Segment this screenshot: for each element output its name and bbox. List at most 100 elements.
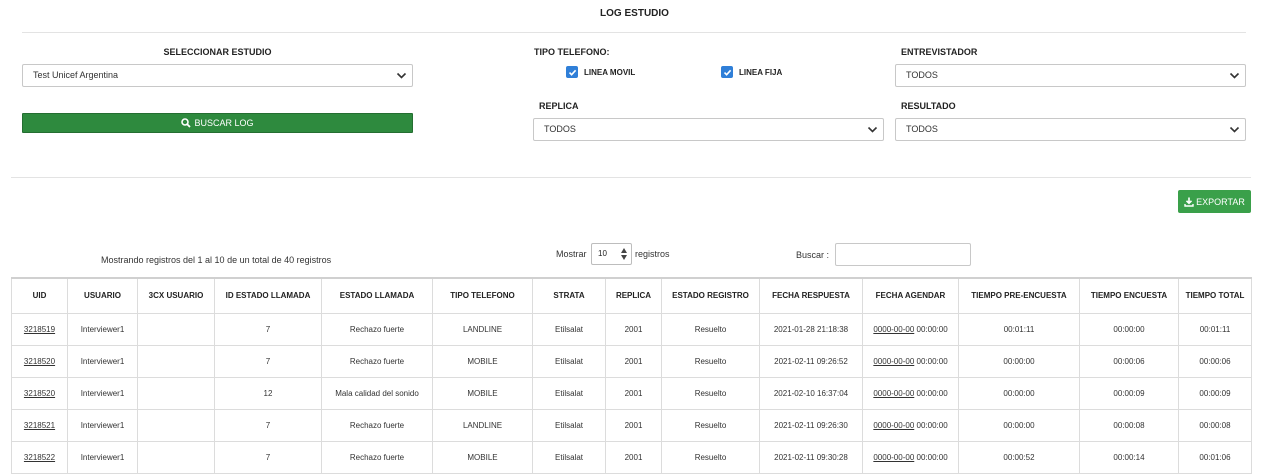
- column-header[interactable]: STRATA: [532, 277, 606, 314]
- replica-label: REPLICA: [539, 101, 579, 111]
- estado-registro-cell: Resuelto: [661, 312, 760, 346]
- usuario-cell: Interviewer1: [67, 344, 138, 378]
- replica-cell: 2001: [605, 408, 662, 442]
- uid-link[interactable]: 3218521: [24, 421, 55, 430]
- checkbox-linea-movil[interactable]: LINEA MOVIL: [566, 66, 635, 78]
- replica-cell: 2001: [605, 440, 662, 474]
- estado-registro-cell: Resuelto: [661, 408, 760, 442]
- replica-cell: 2001: [605, 344, 662, 378]
- id-estado-cell: 12: [214, 376, 322, 410]
- study-select[interactable]: Test Unicef Argentina: [22, 64, 413, 87]
- usuario-cell: Interviewer1: [67, 312, 138, 346]
- tiempo-pre-cell: 00:00:00: [958, 344, 1080, 378]
- column-header[interactable]: 3CX USUARIO: [137, 277, 215, 314]
- page-size-stepper[interactable]: 10: [591, 243, 632, 265]
- fecha-respuesta-cell: 2021-02-11 09:26:52: [759, 344, 863, 378]
- uid-link[interactable]: 3218519: [24, 325, 55, 334]
- fecha-agendar-cell: 0000-00-00 00:00:00: [862, 312, 959, 346]
- cx-usuario-cell: [137, 440, 215, 474]
- column-header[interactable]: TIPO TELEFONO: [432, 277, 533, 314]
- fecha-respuesta-cell: 2021-01-28 21:18:38: [759, 312, 863, 346]
- uid-link[interactable]: 3218520: [24, 389, 55, 398]
- id-estado-cell: 7: [214, 408, 322, 442]
- table-row: 3218519 Interviewer1 7 Rechazo fuerte LA…: [11, 312, 1252, 346]
- table-row: 3218522 Interviewer1 7 Rechazo fuerte MO…: [11, 440, 1252, 474]
- fecha-respuesta-cell: 2021-02-11 09:30:28: [759, 440, 863, 474]
- estado-llamada-cell: Rechazo fuerte: [321, 408, 433, 442]
- chevron-down-icon: [867, 124, 878, 135]
- result-select[interactable]: TODOS: [895, 118, 1246, 141]
- checkmark-icon: [566, 66, 578, 78]
- log-table: UID USUARIO 3CX USUARIO ID ESTADO LLAMAD…: [11, 277, 1252, 474]
- column-header[interactable]: ESTADO LLAMADA: [321, 277, 433, 314]
- download-icon: [1184, 197, 1194, 207]
- export-button[interactable]: EXPORTAR: [1178, 190, 1251, 213]
- column-header[interactable]: ID ESTADO LLAMADA: [214, 277, 322, 314]
- column-header[interactable]: REPLICA: [605, 277, 662, 314]
- checkbox-linea-fija[interactable]: LINEA FIJA: [721, 66, 782, 78]
- uid-link[interactable]: 3218520: [24, 357, 55, 366]
- column-header[interactable]: TIEMPO PRE-ENCUESTA: [958, 277, 1080, 314]
- uid-cell[interactable]: 3218520: [11, 344, 68, 378]
- header-divider: [22, 32, 1246, 33]
- column-header[interactable]: TIEMPO ENCUESTA: [1079, 277, 1179, 314]
- strata-cell: Etilsalat: [532, 344, 606, 378]
- fecha-respuesta-cell: 2021-02-10 16:37:04: [759, 376, 863, 410]
- chevron-down-icon: [1229, 124, 1240, 135]
- column-header[interactable]: FECHA RESPUESTA: [759, 277, 863, 314]
- uid-cell[interactable]: 3218519: [11, 312, 68, 346]
- tiempo-total-cell: 00:01:06: [1178, 440, 1252, 474]
- filters-divider: [11, 177, 1251, 178]
- fecha-agendar-cell: 0000-00-00 00:00:00: [862, 344, 959, 378]
- records-label: registros: [635, 249, 670, 259]
- phone-type-label: TIPO TELEFONO:: [534, 47, 610, 57]
- usuario-cell: Interviewer1: [67, 440, 138, 474]
- cx-usuario-cell: [137, 344, 215, 378]
- column-header[interactable]: USUARIO: [67, 277, 138, 314]
- strata-cell: Etilsalat: [532, 440, 606, 474]
- estado-llamada-cell: Rechazo fuerte: [321, 344, 433, 378]
- uid-link[interactable]: 3218522: [24, 453, 55, 462]
- column-header[interactable]: ESTADO REGISTRO: [661, 277, 760, 314]
- column-header[interactable]: TIEMPO TOTAL: [1178, 277, 1252, 314]
- fecha-agendar-cell: 0000-00-00 00:00:00: [862, 408, 959, 442]
- id-estado-cell: 7: [214, 344, 322, 378]
- uid-cell[interactable]: 3218520: [11, 376, 68, 410]
- fecha-agendar-link[interactable]: 0000-00-00: [873, 389, 914, 398]
- replica-select[interactable]: TODOS: [533, 118, 884, 141]
- tiempo-encuesta-cell: 00:00:00: [1079, 312, 1179, 346]
- search-log-button[interactable]: BUSCAR LOG: [22, 113, 413, 133]
- table-row: 3218521 Interviewer1 7 Rechazo fuerte LA…: [11, 408, 1252, 442]
- replica-select-value: TODOS: [544, 124, 576, 134]
- interviewer-select[interactable]: TODOS: [895, 64, 1246, 87]
- tipo-telefono-cell: LANDLINE: [432, 312, 533, 346]
- uid-cell[interactable]: 3218522: [11, 440, 68, 474]
- tiempo-total-cell: 00:00:09: [1178, 376, 1252, 410]
- fecha-agendar-link[interactable]: 0000-00-00: [873, 357, 914, 366]
- cx-usuario-cell: [137, 376, 215, 410]
- stepper-arrows-icon: [621, 248, 627, 260]
- usuario-cell: Interviewer1: [67, 376, 138, 410]
- strata-cell: Etilsalat: [532, 312, 606, 346]
- tipo-telefono-cell: MOBILE: [432, 344, 533, 378]
- checkbox-linea-movil-label: LINEA MOVIL: [584, 67, 636, 77]
- search-log-label: BUSCAR LOG: [194, 118, 254, 128]
- fecha-agendar-link[interactable]: 0000-00-00: [873, 453, 914, 462]
- column-header[interactable]: FECHA AGENDAR: [862, 277, 959, 314]
- fecha-agendar-time: 00:00:00: [916, 356, 948, 366]
- records-summary: Mostrando registros del 1 al 10 de un to…: [101, 255, 332, 265]
- checkbox-linea-fija-label: LINEA FIJA: [739, 67, 783, 77]
- fecha-agendar-time: 00:00:00: [916, 324, 948, 334]
- fecha-agendar-link[interactable]: 0000-00-00: [873, 421, 914, 430]
- export-label: EXPORTAR: [1196, 196, 1245, 207]
- estado-registro-cell: Resuelto: [661, 344, 760, 378]
- fecha-agendar-link[interactable]: 0000-00-00: [873, 325, 914, 334]
- column-header[interactable]: UID: [11, 277, 68, 314]
- search-input[interactable]: [835, 243, 971, 266]
- study-select-value: Test Unicef Argentina: [33, 70, 119, 80]
- fecha-agendar-time: 00:00:00: [916, 388, 948, 398]
- chevron-down-icon: [1229, 70, 1240, 81]
- estado-llamada-cell: Rechazo fuerte: [321, 440, 433, 474]
- uid-cell[interactable]: 3218521: [11, 408, 68, 442]
- strata-cell: Etilsalat: [532, 408, 606, 442]
